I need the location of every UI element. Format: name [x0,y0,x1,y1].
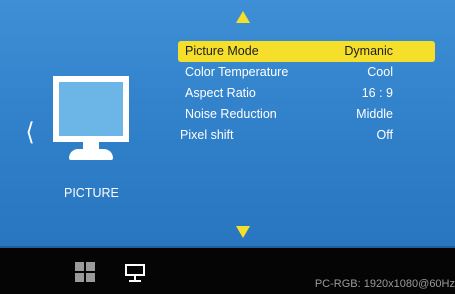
scroll-down-arrow-icon[interactable] [236,226,250,238]
menu-item-value: Off [376,128,393,142]
menu-item-value: Dymanic [344,44,393,58]
menu-item-noise-reduction[interactable]: Noise Reduction Middle [178,104,435,125]
menu-item-label: Color Temperature [185,65,289,79]
settings-menu: Picture Mode Dymanic Color Temperature C… [178,41,435,146]
menu-item-aspect-ratio[interactable]: Aspect Ratio 16 : 9 [178,83,435,104]
menu-item-label: Aspect Ratio [185,86,256,100]
menu-item-label: Picture Mode [185,44,259,58]
menu-item-value: 16 : 9 [361,86,393,100]
osd-menu-panel: ❬ PICTURE Picture Mode Dymanic Color Tem… [0,0,455,248]
menu-item-pixel-shift[interactable]: Pixel shift Off [178,125,435,146]
menu-item-value: Cool [367,65,393,79]
scroll-up-arrow-icon[interactable] [236,11,250,23]
input-signal-status: PC-RGB: 1920x1080@60Hz [314,278,455,290]
menu-item-label: Pixel shift [180,128,234,142]
display-icon[interactable] [125,264,145,283]
category-label: PICTURE [64,186,119,200]
menu-item-value: Middle [356,107,393,121]
previous-category-arrow-icon[interactable]: ❬ [25,121,36,143]
monitor-icon [53,76,129,162]
menu-item-picture-mode[interactable]: Picture Mode Dymanic [178,41,435,62]
monitor-screen [53,76,129,142]
menu-item-label: Noise Reduction [185,107,277,121]
grid-icon[interactable] [75,262,96,283]
menu-item-color-temperature[interactable]: Color Temperature Cool [178,62,435,83]
